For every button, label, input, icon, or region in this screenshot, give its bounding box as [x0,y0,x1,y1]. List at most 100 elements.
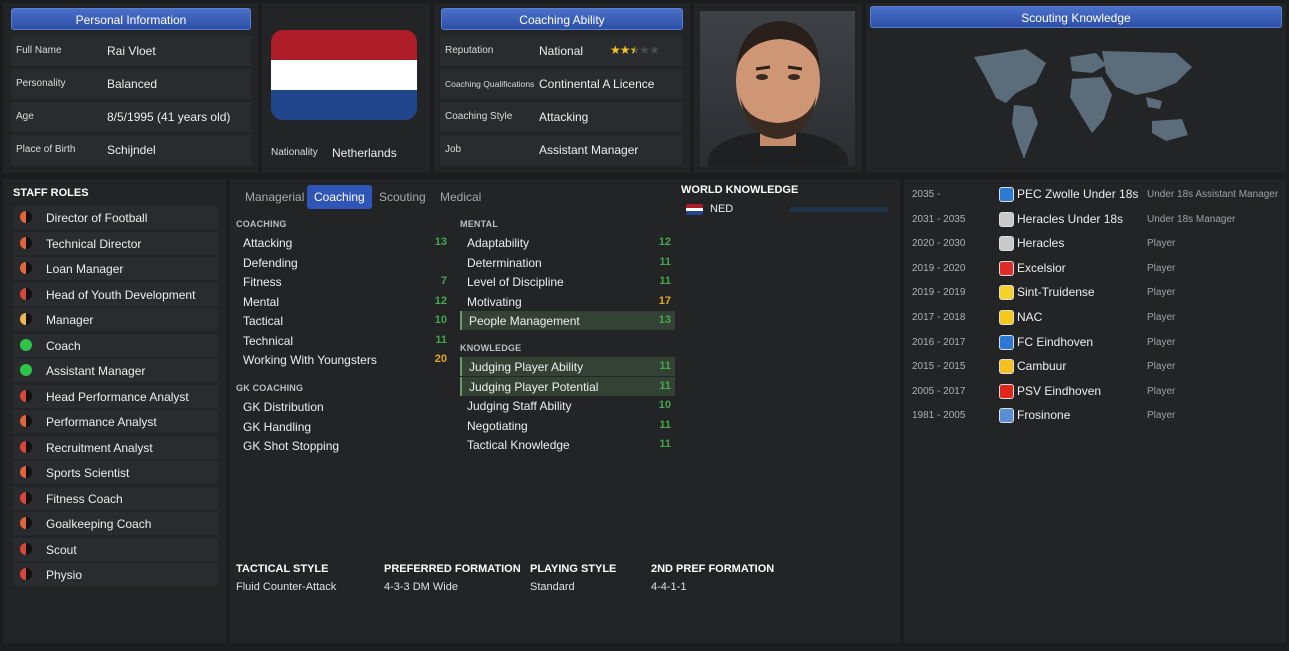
attribute-name: GK Distribution [243,400,324,414]
attribute-row[interactable]: GK Handling [236,417,451,436]
attribute-row[interactable]: People Management 13 [460,311,675,330]
history-club[interactable]: Frosinone [1017,408,1070,422]
staff-role-item[interactable]: Manager [13,308,218,331]
staff-role-item[interactable]: Physio [13,563,218,586]
club-crest-icon [999,383,1014,399]
staff-role-label: Loan Manager [46,262,124,276]
staff-role-item[interactable]: Recruitment Analyst [13,435,218,459]
staff-role-label: Performance Analyst [46,415,157,429]
world-knowledge-bar [790,207,888,212]
attribute-row[interactable]: Attacking 13 [236,233,451,252]
career-history-row[interactable]: 2016 - 2017 FC Eindhoven Player [908,331,1283,354]
history-club[interactable]: NAC [1017,310,1042,324]
personal-info-header[interactable]: Personal Information [11,8,251,30]
attribute-value: 11 [659,360,671,372]
tactics-heading: PLAYING STYLE [530,563,617,575]
role-suitability-icon [20,313,32,325]
staff-role-item[interactable]: Fitness Coach [13,486,218,510]
personal-info-row: Place of Birth Schijndel [11,135,251,165]
role-suitability-icon [20,338,32,351]
club-crest-icon [999,408,1014,424]
career-history-row[interactable]: 2019 - 2019 Sint-Truidense Player [908,281,1283,304]
career-history-row[interactable]: 2015 - 2015 Cambuur Player [908,355,1283,378]
club-crest-icon [999,310,1014,325]
attribute-row[interactable]: Defending [236,253,451,272]
history-club[interactable]: PSV Eindhoven [1017,384,1101,398]
staff-role-item[interactable]: Assistant Manager [13,359,218,382]
history-role: Player [1147,361,1176,373]
staff-role-label: Physio [46,568,83,582]
knowledge-section-title: KNOWLEDGE [460,343,522,353]
attribute-row[interactable]: Adaptability 12 [460,233,675,252]
attribute-row[interactable]: Judging Staff Ability 10 [460,396,675,415]
career-history-row[interactable]: 2035 - PEC Zwolle Under 18s Under 18s Assi… [908,183,1283,206]
attribute-row[interactable]: Mental 12 [236,292,451,311]
attribute-row[interactable]: Negotiating 11 [460,416,675,435]
attribute-row[interactable]: Fitness 7 [236,272,451,291]
history-club[interactable]: Heracles Under 18s [1017,212,1123,226]
career-history-row[interactable]: 2020 - 2030 Heracles Player [908,232,1283,255]
role-suitability-icon [20,364,32,376]
club-crest-icon [999,359,1014,375]
attribute-name: Technical [243,333,294,348]
role-suitability-icon [20,466,32,478]
attribute-row[interactable]: Judging Player Potential 11 [460,376,675,396]
staff-role-item[interactable]: Loan Manager [13,257,218,280]
attribute-value: 12 [434,294,447,307]
history-club[interactable]: FC Eindhoven [1017,335,1093,349]
staff-role-item[interactable]: Technical Director [13,231,218,255]
tab-medical[interactable]: Medical [433,185,488,209]
coaching-ability-value: Assistant Manager [539,143,639,157]
career-history-row[interactable]: 2031 - 2035 Heracles Under 18s Under 18s M… [908,208,1283,231]
staff-role-item[interactable]: Performance Analyst [13,410,218,433]
tab-managerial[interactable]: Managerial [238,185,311,209]
attribute-row[interactable]: Motivating 17 [460,292,675,311]
history-club[interactable]: Cambuur [1017,359,1066,373]
attribute-row[interactable]: Tactical 10 [236,311,451,330]
career-history-row[interactable]: 2017 - 2018 NAC Player [908,306,1283,329]
staff-role-item[interactable]: Scout [13,537,218,561]
history-years: 2005 - 2017 [912,385,966,397]
scouting-knowledge-header[interactable]: Scouting Knowledge [870,6,1282,28]
history-years: 2019 - 2020 [912,262,966,274]
attribute-row[interactable]: Determination 11 [460,253,675,272]
attribute-row[interactable]: GK Shot Stopping [236,436,451,455]
staff-role-item[interactable]: Head of Youth Development [13,282,218,306]
attribute-name: Judging Staff Ability [467,399,572,413]
attribute-row[interactable]: GK Distribution [236,397,451,416]
career-history-row[interactable]: 2005 - 2017 PSV Eindhoven Player [908,380,1283,403]
attribute-name: Tactical Knowledge [467,438,570,452]
career-history-row[interactable]: 2019 - 2020 Excelsior Player [908,257,1283,280]
tab-scouting[interactable]: Scouting [372,185,433,209]
attribute-name: Negotiating [467,418,528,433]
nationality-value[interactable]: Netherlands [332,146,397,160]
attribute-row[interactable]: Tactical Knowledge 11 [460,435,675,454]
staff-role-item[interactable]: Goalkeeping Coach [13,512,218,535]
attribute-name: Tactical [243,314,284,328]
history-years: 2016 - 2017 [912,336,966,348]
staff-role-item[interactable]: Head Performance Analyst [13,384,218,408]
attribute-name: Motivating [467,294,522,309]
staff-role-item[interactable]: Coach [13,333,218,357]
world-knowledge-row[interactable]: NED [686,202,891,218]
history-club[interactable]: Excelsior [1017,261,1066,275]
attribute-row[interactable]: Technical 11 [236,331,451,350]
world-map[interactable] [966,43,1206,163]
staff-role-item[interactable]: Sports Scientist [13,461,218,484]
staff-role-label: Fitness Coach [46,491,123,506]
tab-coaching[interactable]: Coaching [307,185,372,209]
attribute-row[interactable]: Working With Youngsters 20 [236,350,451,369]
attribute-value: 13 [434,236,447,248]
role-suitability-icon [20,287,32,300]
coaching-ability-header[interactable]: Coaching Ability [441,8,683,30]
coaching-ability-row: Coaching Style Attacking [440,102,682,132]
attribute-row[interactable]: Level of Discipline 11 [460,272,675,291]
role-suitability-icon [20,440,32,453]
star-icon: ★ [619,43,631,57]
attribute-row[interactable]: Judging Player Ability 11 [460,357,675,376]
history-club[interactable]: PEC Zwolle Under 18s [1017,187,1138,201]
history-club[interactable]: Heracles [1017,236,1064,250]
history-club[interactable]: Sint-Truidense [1017,285,1095,299]
career-history-row[interactable]: 1981 - 2005 Frosinone Player [908,404,1283,427]
staff-role-item[interactable]: Director of Football [13,206,218,229]
